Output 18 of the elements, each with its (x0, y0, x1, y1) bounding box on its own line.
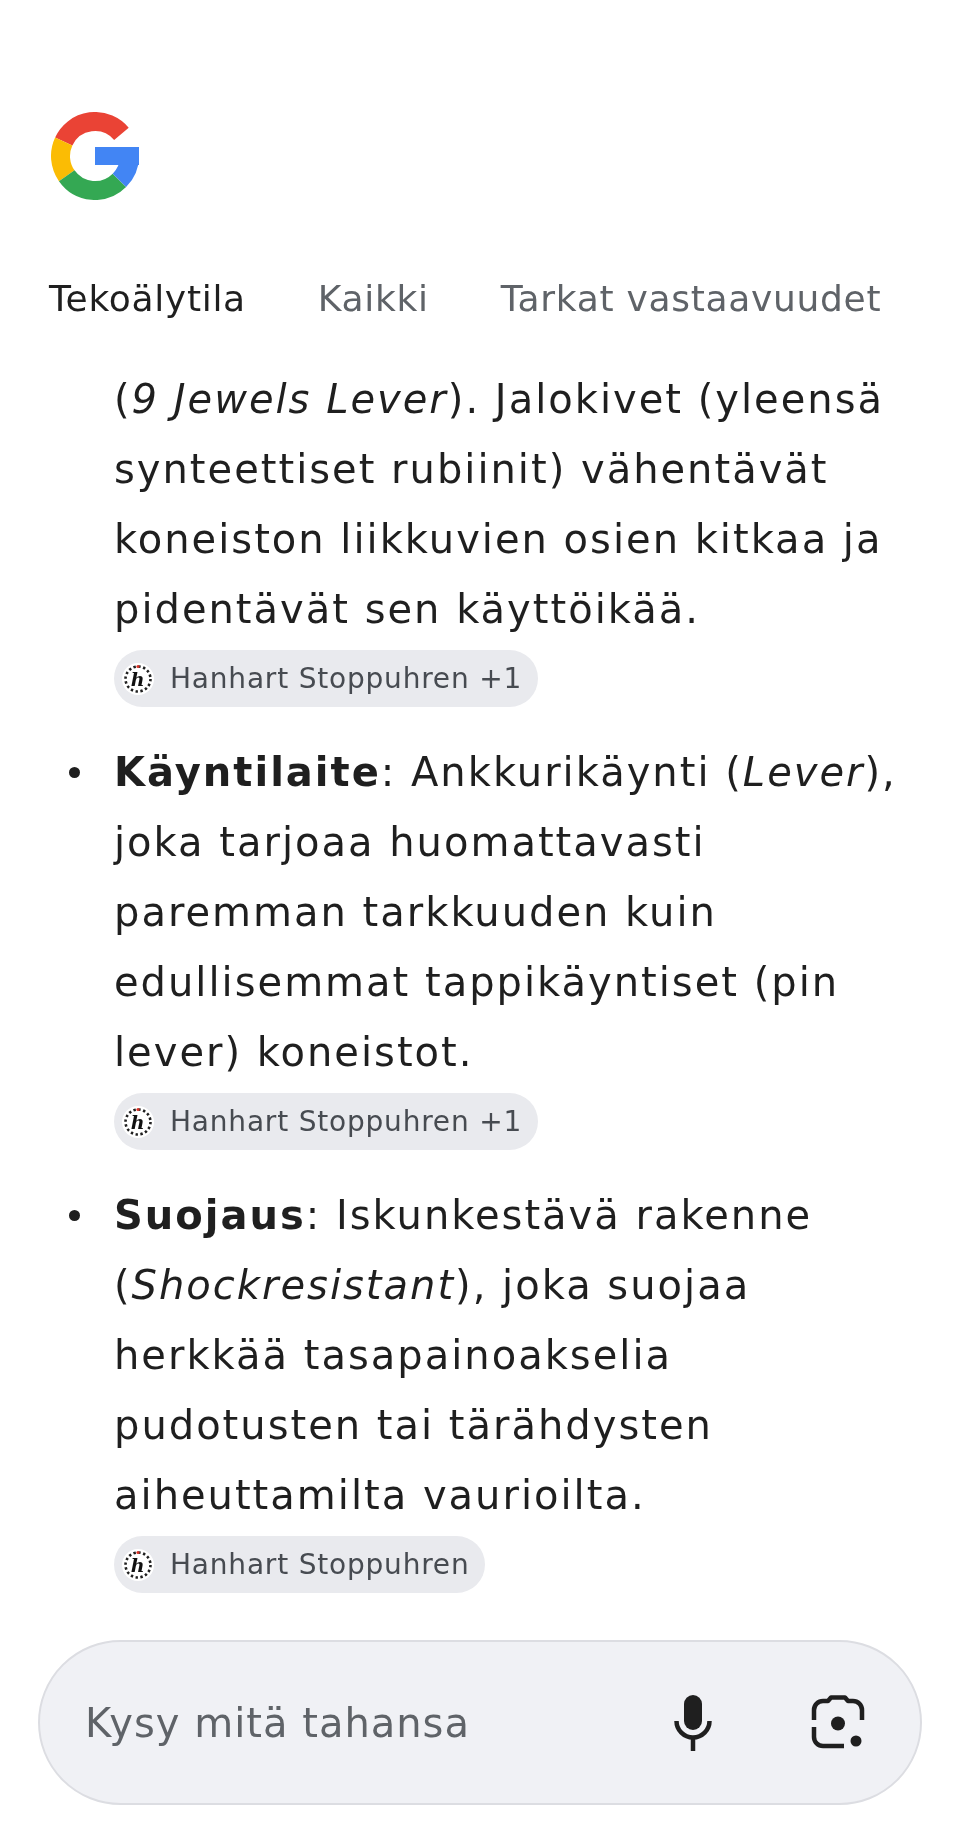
source-chip[interactable]: h Hanhart Stoppuhren (114, 1536, 486, 1593)
search-field[interactable]: Kysy mitä tahansa (85, 1699, 671, 1746)
mode-tab[interactable]: Tarkat vastaavuudet (500, 274, 882, 324)
lens-camera-icon (810, 1694, 866, 1751)
g-logo-icon (51, 112, 139, 200)
dotted-ring-logo-icon: h (122, 1105, 154, 1138)
dotted-ring-logo-icon: h (122, 1548, 154, 1581)
mode-tab[interactable]: Tekoälytila (49, 274, 246, 324)
bullet-icon (69, 766, 80, 778)
bullet-icon (69, 1209, 80, 1221)
mode-tab[interactable]: Kaikki (317, 274, 429, 324)
dotted-ring-logo-icon: h (122, 662, 154, 695)
answer-text: (9 Jewels Lever). Jalokivet (yleensä synteettiset rubiinit) vähentävät koneiston liikkuvien osien kitkaa ja pidentävät sen käyttöikää. (114, 375, 885, 634)
source-chip[interactable]: h Hanhart Stoppuhren +1 (114, 650, 539, 707)
answer-text: Käyntilaite: Ankkurikäynti (Lever), joka tarjoaa huomattavasti paremman tarkkuuden kuin edullisemmat tappikäyntiset (pin lever) koneistot. (114, 748, 898, 1077)
answer-text: Suojaus: Iskunkestävä rakenne (Shockresistant), joka suojaa herkkää tasapainoakselia pudotusten tai tärähdysten aiheuttamilta vaurioilta. (114, 1191, 814, 1520)
source-chip[interactable]: h Hanhart Stoppuhren +1 (114, 1093, 539, 1150)
microphone-icon (673, 1693, 713, 1752)
